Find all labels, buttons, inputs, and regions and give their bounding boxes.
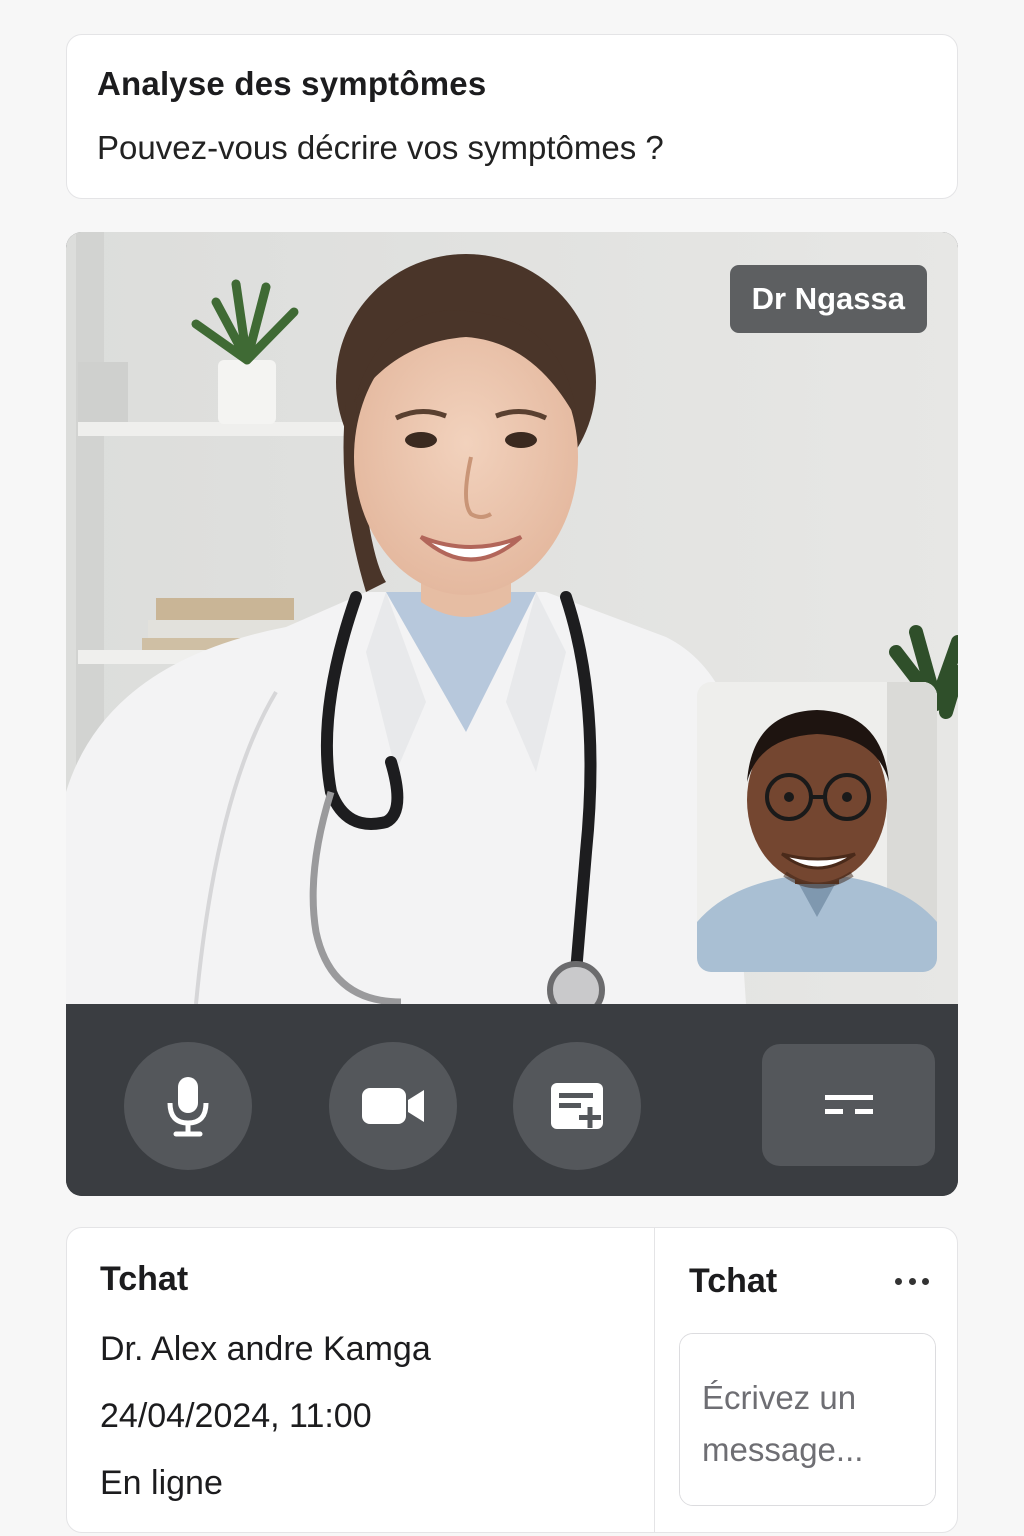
chat-panel-title: Tchat [689,1262,778,1300]
note-add-icon [551,1083,603,1129]
doctor-name-label: Dr Ngassa [729,265,927,333]
microphone-button[interactable] [124,1042,252,1170]
call-controls-bar [66,1004,958,1196]
more-horizontal-icon [895,1277,902,1285]
symptom-question: Pouvez-vous décrire vos symptômes ? [97,129,664,166]
hang-up-button[interactable] [762,1044,935,1166]
video-camera-icon [362,1088,424,1124]
consultation-info: Tchat Dr. Alex andre Kamga 24/04/2024, 1… [100,1260,431,1503]
hang-up-icon [824,1095,873,1114]
online-status: En ligne [100,1464,223,1502]
appointment-datetime: 24/04/2024, 11:00 [100,1397,372,1435]
chat-card: Tchat Dr. Alex andre Kamga 24/04/2024, 1… [66,1227,958,1533]
symptom-card-title: Analyse des symptômes [97,65,487,102]
message-input[interactable] [679,1333,936,1506]
doctor-name: Dr. Alex andre Kamga [100,1330,431,1368]
chat-divider [654,1228,655,1532]
microphone-icon [167,1077,209,1137]
patient-self-view[interactable] [697,682,937,972]
video-call-panel: Dr Ngassa [66,232,958,1196]
chat-title: Tchat [100,1260,189,1298]
add-note-button[interactable] [513,1042,641,1170]
symptom-analysis-card: Analyse des symptômes Pouvez-vous décrir… [66,34,958,199]
camera-button[interactable] [329,1042,457,1170]
more-options-button[interactable] [895,1268,929,1294]
